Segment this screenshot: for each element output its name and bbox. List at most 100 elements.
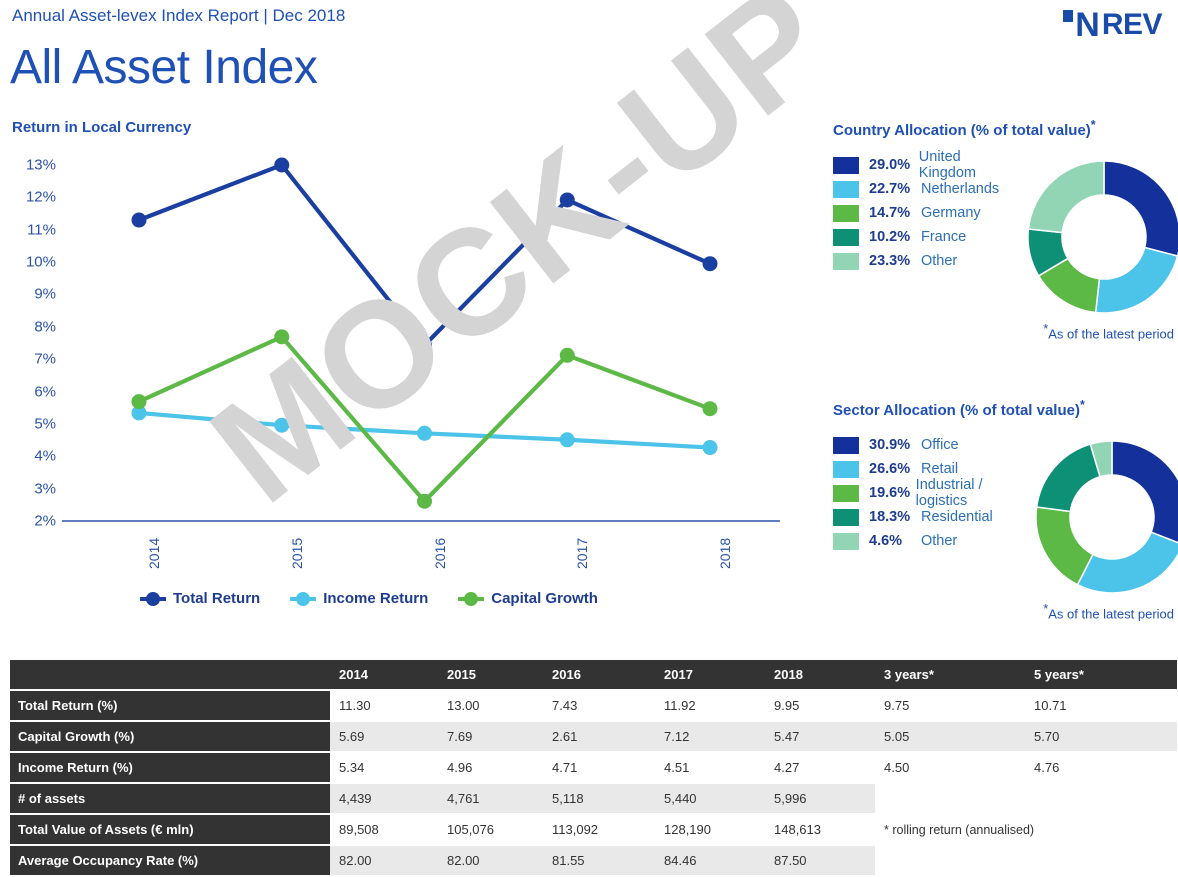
legend-item[interactable]: Capital Growth — [458, 590, 598, 607]
table-column-header: 2016 — [543, 660, 655, 689]
donut-segment[interactable] — [1094, 246, 1178, 314]
data-point — [702, 256, 718, 272]
legend-marker-icon — [140, 591, 166, 606]
allocation-percent: 4.6% — [869, 533, 903, 549]
sector-allocation-title: Sector Allocation (% of total value)* — [833, 398, 1178, 419]
data-point — [702, 440, 718, 456]
line-series-total-return — [136, 162, 713, 348]
allocation-legend-row: 22.7% Netherlands — [833, 177, 1018, 201]
table-row-label: Capital Growth (%) — [10, 722, 330, 751]
legend-marker-icon — [458, 591, 485, 606]
table-cell: 5,440 — [655, 784, 765, 813]
allocation-name: Retail — [921, 461, 959, 477]
x-axis-tick: 2018 — [717, 537, 733, 569]
color-swatch-icon — [833, 204, 859, 222]
table-cell: 128,190 — [655, 815, 765, 844]
country-allocation-note: *As of the latest period — [833, 321, 1178, 341]
allocation-name: Other — [921, 533, 958, 549]
table-cell: 7.69 — [438, 722, 543, 751]
table-cell: 5.47 — [765, 722, 875, 751]
sector-note-text: As of the latest period — [1048, 606, 1174, 622]
allocation-name: Netherlands — [921, 181, 1000, 197]
table-row: Average Occupancy Rate (%) 82.00 82.00 81.5… — [10, 846, 1170, 875]
table-cell: 4.96 — [438, 753, 543, 782]
table-cell: 81.55 — [543, 846, 655, 875]
color-swatch-icon — [833, 180, 859, 198]
x-axis-tick: 2014 — [146, 537, 162, 569]
country-note-text: As of the latest period — [1048, 326, 1174, 342]
legend-label: Income Return — [323, 590, 429, 607]
table-cell: 9.75 — [875, 691, 1025, 720]
color-swatch-icon — [833, 228, 859, 246]
data-point — [131, 394, 147, 410]
table-cell: 82.00 — [330, 846, 438, 875]
data-point — [274, 157, 290, 173]
country-allocation-title: Country Allocation (% of total value)* — [833, 118, 1178, 139]
line-chart: 13% 12% 11% 10% 9% 8% 7% 6% 5% 4% 3% 2% 2014 2015 201… — [0, 140, 820, 620]
donut-segment[interactable] — [1027, 160, 1105, 234]
allocation-percent: 10.2% — [869, 229, 911, 245]
chart-title: Return in Local Currency — [12, 119, 192, 136]
table-cell: 113,092 — [543, 815, 655, 844]
legend-label: Total Return — [173, 590, 261, 607]
page-title: All Asset Index — [10, 41, 318, 94]
table-column-header: 3 years* — [875, 660, 1025, 689]
data-point — [131, 212, 147, 228]
table-column-header: 5 years* — [1025, 660, 1177, 689]
table-corner-cell — [10, 660, 330, 689]
color-swatch-icon — [833, 508, 859, 526]
table-cell: 148,613 — [765, 815, 875, 844]
table-cell: 82.00 — [438, 846, 543, 875]
table-cell — [1025, 784, 1177, 813]
table-cell — [875, 846, 1025, 875]
legend-item[interactable]: Total Return — [140, 590, 260, 607]
table-footnote: * rolling return (annualised) — [884, 822, 1035, 837]
allocation-name: Industrial / logistics — [915, 477, 983, 509]
table-cell: 5,118 — [543, 784, 655, 813]
data-point — [274, 329, 290, 345]
data-point — [417, 425, 432, 441]
table-cell: 4.50 — [875, 753, 1025, 782]
table-cell: 5,996 — [765, 784, 875, 813]
donut-segment[interactable] — [1076, 531, 1178, 594]
data-point — [417, 337, 432, 353]
allocation-legend-row: 10.2% France — [833, 225, 1018, 249]
x-axis-tick: 2016 — [431, 537, 448, 569]
allocation-legend-row: 14.7% Germany — [833, 201, 1018, 225]
color-swatch-icon — [833, 484, 859, 502]
donut-segment[interactable] — [1035, 443, 1101, 513]
table-cell: 84.46 — [655, 846, 765, 875]
table-cell: 4.51 — [655, 753, 765, 782]
donut-segment[interactable] — [1110, 440, 1178, 545]
legend-item[interactable]: Income Return — [290, 590, 428, 607]
table-cell: 4.71 — [543, 753, 655, 782]
sector-allocation-title-text: Sector Allocation (% of total value) — [833, 402, 1080, 419]
legend-marker-icon — [290, 591, 317, 606]
table-cell: 4,439 — [330, 784, 438, 813]
chart-legend: Total Return Income Return Capital Growth — [140, 590, 598, 607]
table-cell — [875, 784, 1025, 813]
table-row-label: Income Return (%) — [10, 753, 330, 782]
sector-donut-chart — [1034, 440, 1178, 594]
color-swatch-icon — [833, 252, 859, 270]
country-allocation-title-star: * — [1090, 118, 1096, 132]
table-cell: 4.76 — [1025, 753, 1177, 782]
table-row-label: Total Return (%) — [10, 691, 330, 720]
color-swatch-icon — [833, 436, 859, 454]
logo-rev-text: REV — [1101, 8, 1163, 41]
logo-square-icon — [1063, 10, 1074, 22]
table-cell: 4.27 — [765, 753, 875, 782]
table-cell: 7.43 — [543, 691, 655, 720]
allocation-percent: 22.7% — [869, 181, 911, 197]
table-cell: 13.00 — [438, 691, 543, 720]
table-cell: 9.95 — [765, 691, 875, 720]
table-cell: 5.69 — [330, 722, 438, 751]
table-row: Total Return (%) 11.30 13.00 7.43 11.92 9.95 9… — [10, 691, 1177, 720]
color-swatch-icon — [833, 460, 859, 478]
sector-allocation-panel: Sector Allocation (% of total value)* 30… — [833, 398, 1178, 621]
table-cell: 11.30 — [330, 691, 438, 720]
allocation-percent: 14.7% — [869, 205, 911, 221]
donut-segment[interactable] — [1102, 160, 1178, 257]
table-row-label: Average Occupancy Rate (%) — [10, 846, 330, 875]
table-cell: 10.71 — [1025, 691, 1177, 720]
